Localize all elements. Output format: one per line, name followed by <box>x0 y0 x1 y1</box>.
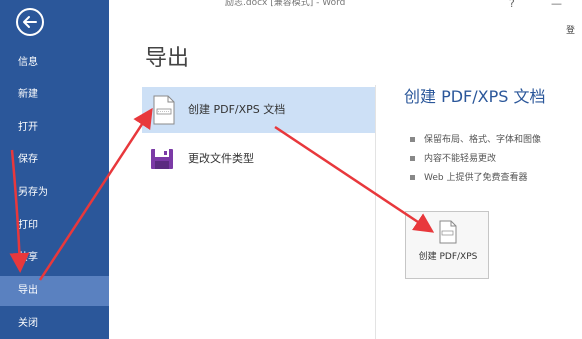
arrow-to-create-pdf <box>38 107 153 281</box>
arrow-to-create-button <box>274 125 435 233</box>
arrow-to-export <box>9 149 30 273</box>
annotation-arrows <box>9 107 435 281</box>
